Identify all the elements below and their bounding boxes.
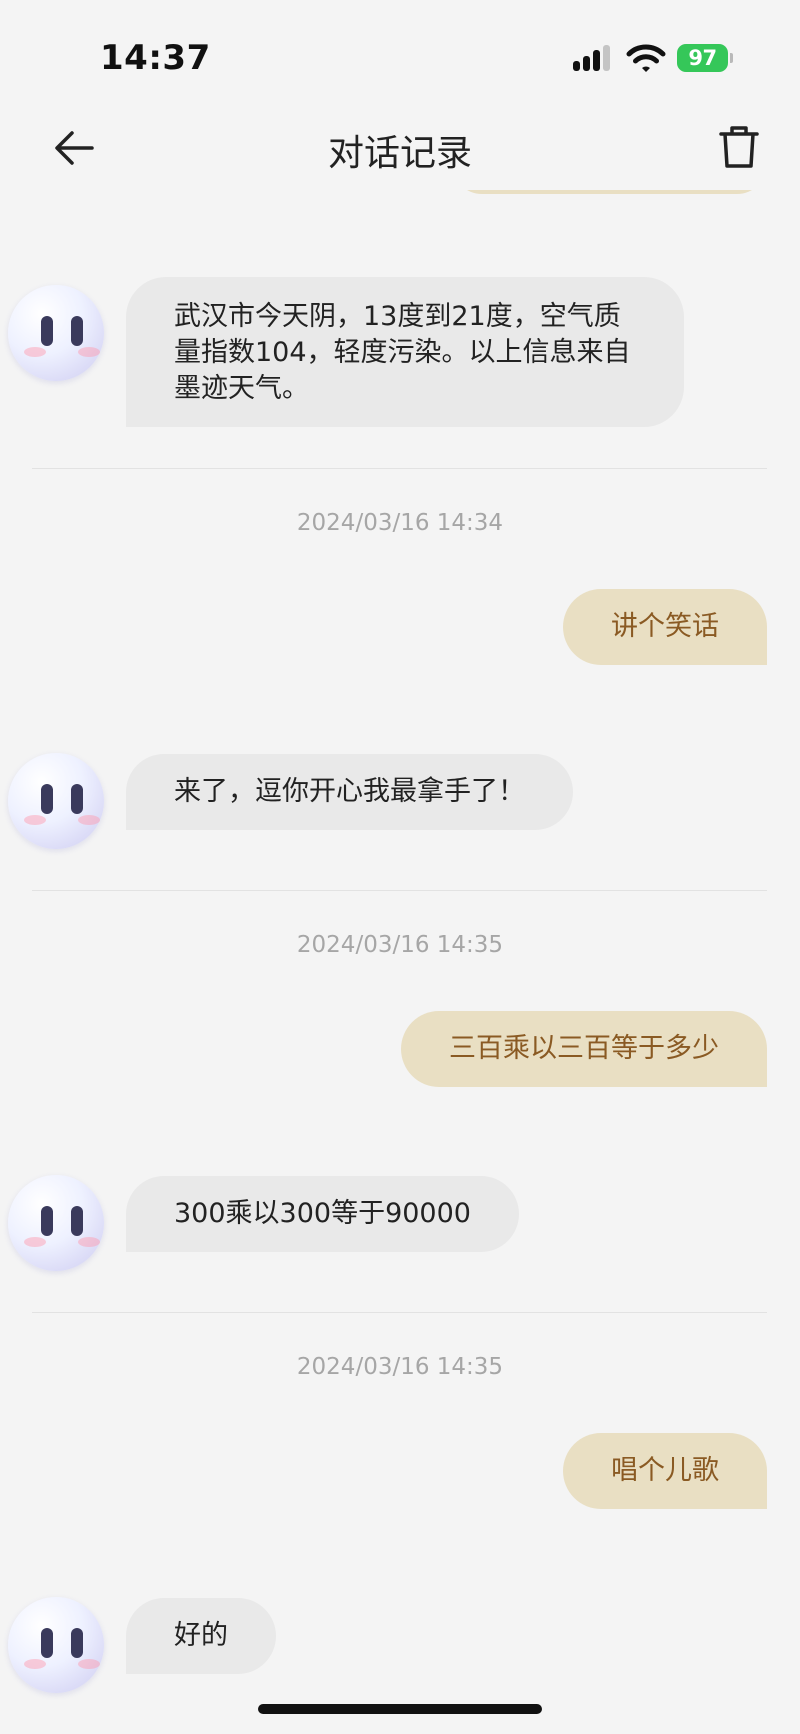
status-bar: 14:37 97 xyxy=(0,0,800,110)
message-text: 唱个儿歌 xyxy=(611,1455,719,1486)
bot-message-bubble: 300乘以300等于90000 xyxy=(126,1176,519,1252)
home-indicator[interactable] xyxy=(258,1704,542,1714)
message-text: 讲个笑话 xyxy=(611,611,719,642)
battery-level: 97 xyxy=(677,44,728,72)
trash-icon[interactable] xyxy=(718,124,760,170)
message-text: 三百乘以三百等于多少 xyxy=(449,1033,719,1064)
message-text: 好的 xyxy=(174,1620,228,1651)
nav-bar: 对话记录 xyxy=(0,110,800,190)
user-message-bubble: 讲个笑话 xyxy=(563,589,767,665)
timestamp: 2024/03/16 14:34 xyxy=(296,510,504,536)
user-message-bubble: 唱个儿歌 xyxy=(563,1433,767,1509)
status-time: 14:37 xyxy=(100,38,211,78)
divider xyxy=(32,890,767,891)
page-title: 对话记录 xyxy=(327,133,472,174)
user-message-bubble-partial xyxy=(452,190,767,194)
signal-icon xyxy=(573,45,610,71)
battery-icon: 97 xyxy=(677,44,733,72)
message-text: 来了，逗你开心我最拿手了！ xyxy=(174,776,525,807)
bot-message-bubble: 好的 xyxy=(126,1598,276,1674)
wifi-icon xyxy=(626,44,666,72)
assistant-avatar xyxy=(8,1175,104,1271)
timestamp: 2024/03/16 14:35 xyxy=(296,932,504,958)
assistant-avatar xyxy=(8,285,104,381)
divider xyxy=(32,468,767,469)
bot-message-bubble: 来了，逗你开心我最拿手了！ xyxy=(126,754,573,830)
divider xyxy=(32,1312,767,1313)
battery-tip xyxy=(730,53,733,63)
bot-message-bubble: 武汉市今天阴，13度到21度，空气质量指数104，轻度污染。以上信息来自墨迹天气… xyxy=(126,277,684,427)
message-text: 武汉市今天阴，13度到21度，空气质量指数104，轻度污染。以上信息来自墨迹天气… xyxy=(174,301,631,404)
timestamp: 2024/03/16 14:35 xyxy=(296,1354,504,1380)
user-message-bubble: 三百乘以三百等于多少 xyxy=(401,1011,767,1087)
chat-history[interactable]: 武汉市今天阴，13度到21度，空气质量指数104，轻度污染。以上信息来自墨迹天气… xyxy=(0,190,800,1734)
message-text: 300乘以300等于90000 xyxy=(174,1198,471,1229)
assistant-avatar xyxy=(8,1597,104,1693)
assistant-avatar xyxy=(8,753,104,849)
